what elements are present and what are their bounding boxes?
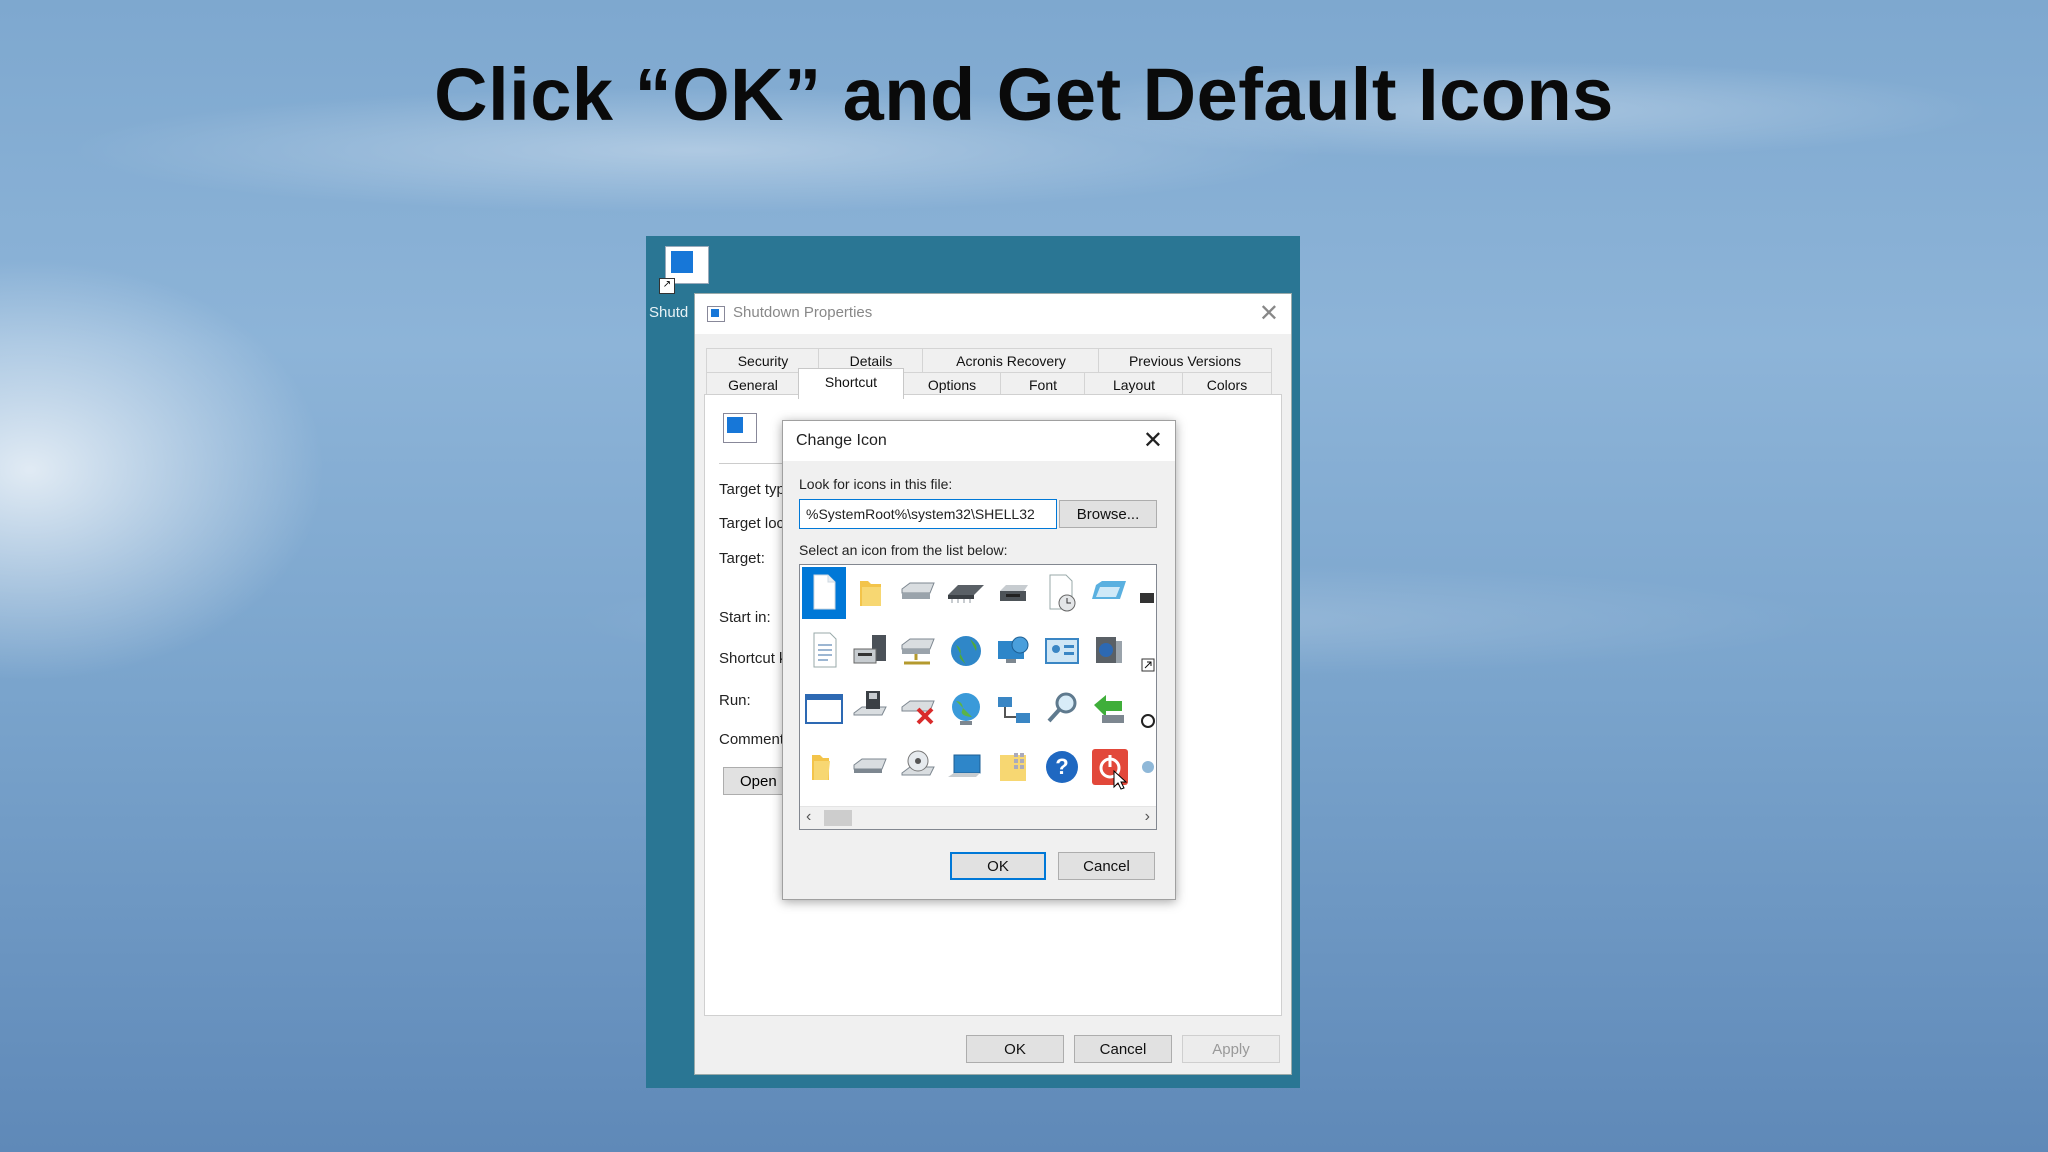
floppy-drive-icon[interactable] bbox=[848, 683, 892, 735]
scroll-right-icon[interactable]: › bbox=[1145, 808, 1150, 826]
look-for-icons-label: Look for icons in this file: bbox=[799, 476, 953, 492]
apply-button[interactable]: Apply bbox=[1182, 1035, 1280, 1063]
open-folder-icon[interactable] bbox=[802, 741, 846, 793]
change-icon-title-bar: Change Icon ✕ bbox=[783, 421, 1175, 461]
divider bbox=[719, 463, 789, 464]
tab-previous-versions[interactable]: Previous Versions bbox=[1098, 348, 1272, 373]
internet-globe-icon[interactable] bbox=[944, 683, 988, 735]
shortcut-key-label: Shortcut k bbox=[719, 650, 787, 667]
scrollbar-thumb[interactable] bbox=[824, 810, 852, 826]
cd-drive-icon[interactable] bbox=[848, 741, 892, 793]
cancel-button[interactable]: Cancel bbox=[1074, 1035, 1172, 1063]
target-type-label: Target typ bbox=[719, 481, 785, 498]
cancel-button[interactable]: Cancel bbox=[1058, 852, 1155, 880]
close-icon[interactable]: ✕ bbox=[1259, 299, 1279, 328]
change-icon-dialog: Change Icon ✕ Look for icons in this fil… bbox=[782, 420, 1176, 900]
select-icon-label: Select an icon from the list below: bbox=[799, 542, 1008, 558]
target-location-label: Target loc bbox=[719, 515, 785, 532]
horizontal-scrollbar[interactable]: ‹ › bbox=[800, 806, 1156, 829]
shortcut-arrow-icon bbox=[1136, 625, 1156, 677]
printer-icon[interactable] bbox=[992, 567, 1036, 619]
target-label: Target: bbox=[719, 550, 765, 567]
tab-row-front: General Shortcut Options Font Layout Col… bbox=[706, 368, 1280, 399]
search-icon[interactable] bbox=[1040, 683, 1084, 735]
desktop-shortcut-label: Shutd bbox=[649, 304, 689, 321]
tab-row-back: Security Details Acronis Recovery Previo… bbox=[706, 348, 1280, 373]
partial-icon bbox=[1136, 567, 1156, 619]
globe-icon[interactable] bbox=[944, 625, 988, 677]
control-panel-icon[interactable] bbox=[1040, 625, 1084, 677]
disconnected-drive-icon[interactable] bbox=[896, 683, 940, 735]
speaker-icon[interactable] bbox=[1088, 625, 1132, 677]
power-icon[interactable] bbox=[1088, 741, 1132, 793]
drive-icon[interactable] bbox=[896, 567, 940, 619]
folder-grid-icon[interactable] bbox=[992, 741, 1036, 793]
ok-button[interactable]: OK bbox=[950, 852, 1046, 880]
scroll-left-icon[interactable]: ‹ bbox=[806, 808, 811, 826]
shortcut-desktop-icon[interactable]: ↗ bbox=[659, 246, 711, 294]
help-icon[interactable]: ? bbox=[1040, 741, 1084, 793]
partial-icon bbox=[1136, 741, 1156, 793]
folder-icon[interactable] bbox=[848, 567, 892, 619]
shortcut-large-icon bbox=[719, 413, 759, 449]
properties-title-bar: Shutdown Properties ✕ bbox=[695, 294, 1291, 334]
blank-document-icon[interactable] bbox=[802, 567, 846, 619]
move-arrow-icon[interactable] bbox=[1088, 683, 1132, 735]
svg-text:?: ? bbox=[1055, 754, 1068, 779]
tab-shortcut[interactable]: Shortcut bbox=[798, 368, 904, 399]
run-label: Run: bbox=[719, 692, 751, 709]
text-document-icon[interactable] bbox=[802, 625, 846, 677]
desktop-computer-icon[interactable] bbox=[944, 741, 988, 793]
application-window-icon[interactable] bbox=[802, 683, 846, 735]
network-drive-icon[interactable] bbox=[896, 625, 940, 677]
document-clock-icon[interactable] bbox=[1040, 567, 1084, 619]
partial-icon bbox=[1136, 683, 1156, 735]
properties-window-title: Shutdown Properties bbox=[733, 304, 873, 321]
icon-file-path-input[interactable]: %SystemRoot%\system32\SHELL32 bbox=[799, 499, 1057, 529]
ok-button[interactable]: OK bbox=[966, 1035, 1064, 1063]
browse-button[interactable]: Browse... bbox=[1059, 500, 1157, 528]
monitor-globe-icon[interactable] bbox=[992, 625, 1036, 677]
slide-title: Click “OK” and Get Default Icons bbox=[434, 53, 1614, 136]
comment-label: Comment: bbox=[719, 731, 789, 748]
tab-acronis-recovery[interactable]: Acronis Recovery bbox=[922, 348, 1100, 373]
network-icon[interactable] bbox=[992, 683, 1036, 735]
server-icon[interactable] bbox=[848, 625, 892, 677]
start-in-label: Start in: bbox=[719, 609, 771, 626]
close-icon[interactable]: ✕ bbox=[1143, 426, 1163, 455]
shortcut-icon bbox=[707, 306, 725, 322]
window-app-icon[interactable] bbox=[1088, 567, 1132, 619]
cd-rom-icon[interactable] bbox=[896, 741, 940, 793]
memory-chip-icon[interactable] bbox=[944, 567, 988, 619]
change-icon-title: Change Icon bbox=[796, 432, 887, 449]
icon-list[interactable]: ? ‹ › bbox=[799, 564, 1157, 830]
